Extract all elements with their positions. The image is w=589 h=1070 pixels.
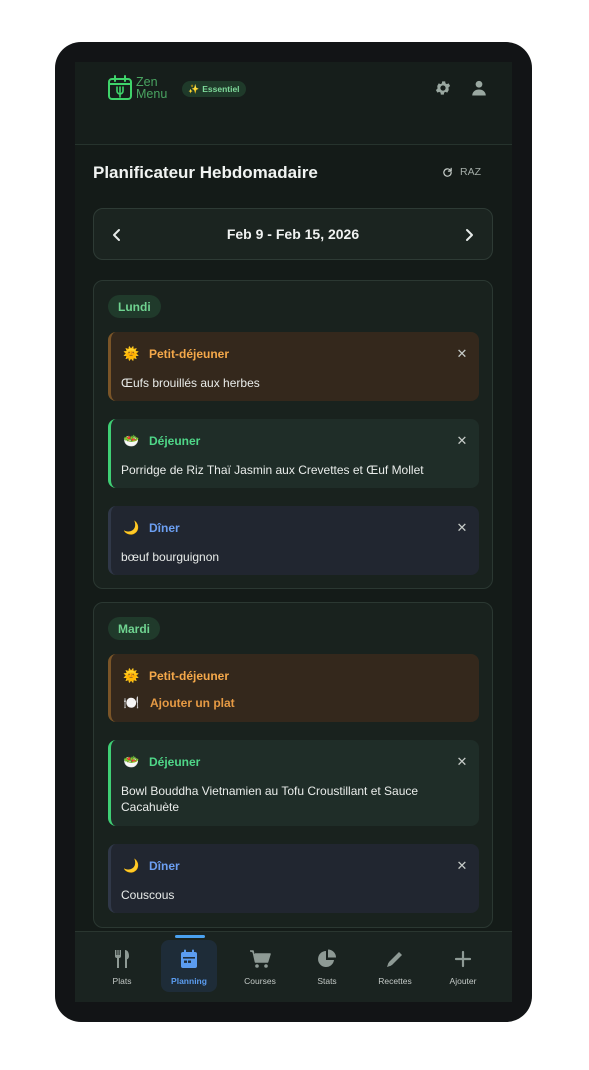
settings-button[interactable] [432,77,454,99]
utensils-icon [94,949,150,969]
sparkle-icon: ✨ [188,83,200,94]
meal-header: 🥗 Déjeuner [123,433,200,449]
meal-header: 🥗 Déjeuner [123,754,200,770]
meal-type: Dîner [149,859,180,873]
profile-button[interactable] [468,77,490,99]
day-card-lundi: Lundi 🌞 Petit-déjeuner ✕ Œufs brouillés … [93,280,493,589]
remove-meal-button[interactable]: ✕ [455,755,469,769]
meal-header: 🌙 Dîner [123,520,180,536]
nav-ajouter[interactable]: Ajouter [435,940,491,992]
remove-meal-button[interactable]: ✕ [455,521,469,535]
nav-label: Courses [244,976,276,986]
add-dish-label: Ajouter un plat [150,696,235,710]
nav-planning[interactable]: Planning [161,940,217,992]
nav-stats[interactable]: Stats [299,940,355,992]
meal-header: 🌞 Petit-déjeuner [123,668,229,684]
add-dish-button[interactable]: 🍽️ Ajouter un plat [123,695,235,711]
chevron-right-icon [466,229,473,241]
nav-label: Planning [171,976,207,986]
nav-courses[interactable]: Courses [232,940,288,992]
meal-type: Petit-déjeuner [149,669,230,683]
week-range: Feb 9 - Feb 15, 2026 [226,226,360,242]
meal-dish-line: Cacahuète [121,800,180,814]
next-week-button[interactable] [459,225,479,245]
active-tab-indicator [175,935,205,938]
salad-bowl-icon: 🥗 [123,433,140,448]
meal-slot-dinner[interactable]: 🌙 Dîner ✕ bœuf bourguignon [108,506,479,575]
meal-slot-breakfast[interactable]: 🌞 Petit-déjeuner 🍽️ Ajouter un plat [108,654,479,722]
sun-icon: 🌞 [123,346,140,361]
remove-meal-button[interactable]: ✕ [455,347,469,361]
day-card-mardi: Mardi 🌞 Petit-déjeuner 🍽️ Ajouter un pla… [93,602,493,928]
meal-slot-breakfast[interactable]: 🌞 Petit-déjeuner ✕ Œufs brouillés aux he… [108,332,479,401]
device-frame: Zen Menu ✨ Essentiel Planificateur Hebdo… [55,42,532,1022]
day-label: Mardi [108,617,161,640]
meal-dish[interactable]: Bowl Bouddha Vietnamien au Tofu Croustil… [121,783,469,815]
meal-type: Dîner [149,521,180,535]
app-screen: Zen Menu ✨ Essentiel Planificateur Hebdo… [75,62,512,1002]
nav-recettes[interactable]: Recettes [367,940,423,992]
meal-dish[interactable]: Porridge de Riz Thaï Jasmin aux Crevette… [121,462,469,478]
meal-slot-lunch[interactable]: 🥗 Déjeuner ✕ Porridge de Riz Thaï Jasmin… [108,419,479,488]
pie-chart-icon [299,949,355,969]
meal-header: 🌙 Dîner [123,858,180,874]
meal-slot-lunch[interactable]: 🥗 Déjeuner ✕ Bowl Bouddha Vietnamien au … [108,740,479,826]
calendar-icon [161,949,217,969]
plan-badge-label: Essentiel [202,84,240,94]
gear-icon [435,81,451,95]
nav-plats[interactable]: Plats [94,940,150,992]
meal-header: 🌞 Petit-déjeuner [123,346,229,362]
bottom-navigation: Plats Planning Courses Stats Recettes Aj… [75,931,512,1002]
day-label: Lundi [108,295,161,318]
meal-type: Déjeuner [149,755,201,769]
calendar-fork-logo-icon [108,75,132,100]
remove-meal-button[interactable]: ✕ [455,434,469,448]
app-name-line2: Menu [136,87,168,101]
nav-label: Ajouter [449,976,477,986]
app-header: Zen Menu ✨ Essentiel [75,62,512,145]
meal-type: Déjeuner [149,434,201,448]
meal-dish[interactable]: Œufs brouillés aux herbes [121,375,449,391]
sun-icon: 🌞 [123,668,140,683]
plus-icon [435,949,491,969]
reset-button[interactable]: RAZ [442,166,481,178]
pencil-icon [367,949,423,969]
meal-type: Petit-déjeuner [149,347,230,361]
plate-icon: 🍽️ [123,695,140,710]
plan-badge: ✨ Essentiel [182,81,246,97]
salad-bowl-icon: 🥗 [123,754,140,769]
meal-dish-line: Bowl Bouddha Vietnamien au Tofu Croustil… [121,784,419,798]
meal-dish[interactable]: bœuf bourguignon [121,549,449,565]
remove-meal-button[interactable]: ✕ [455,859,469,873]
nav-label: Plats [112,976,132,986]
reset-label: RAZ [460,166,481,178]
refresh-icon [443,167,452,177]
page-title: Planificateur Hebdomadaire [93,163,318,182]
user-icon [472,80,486,96]
app-logo[interactable]: Zen Menu [106,74,167,102]
moon-icon: 🌙 [123,520,140,535]
week-navigator: Feb 9 - Feb 15, 2026 [93,208,493,260]
meal-dish[interactable]: Couscous [121,887,449,903]
cart-icon [232,949,288,969]
app-name: Zen Menu [136,76,168,101]
nav-label: Stats [317,976,337,986]
meal-slot-dinner[interactable]: 🌙 Dîner ✕ Couscous [108,844,479,913]
nav-label: Recettes [378,976,412,986]
moon-icon: 🌙 [123,858,140,873]
